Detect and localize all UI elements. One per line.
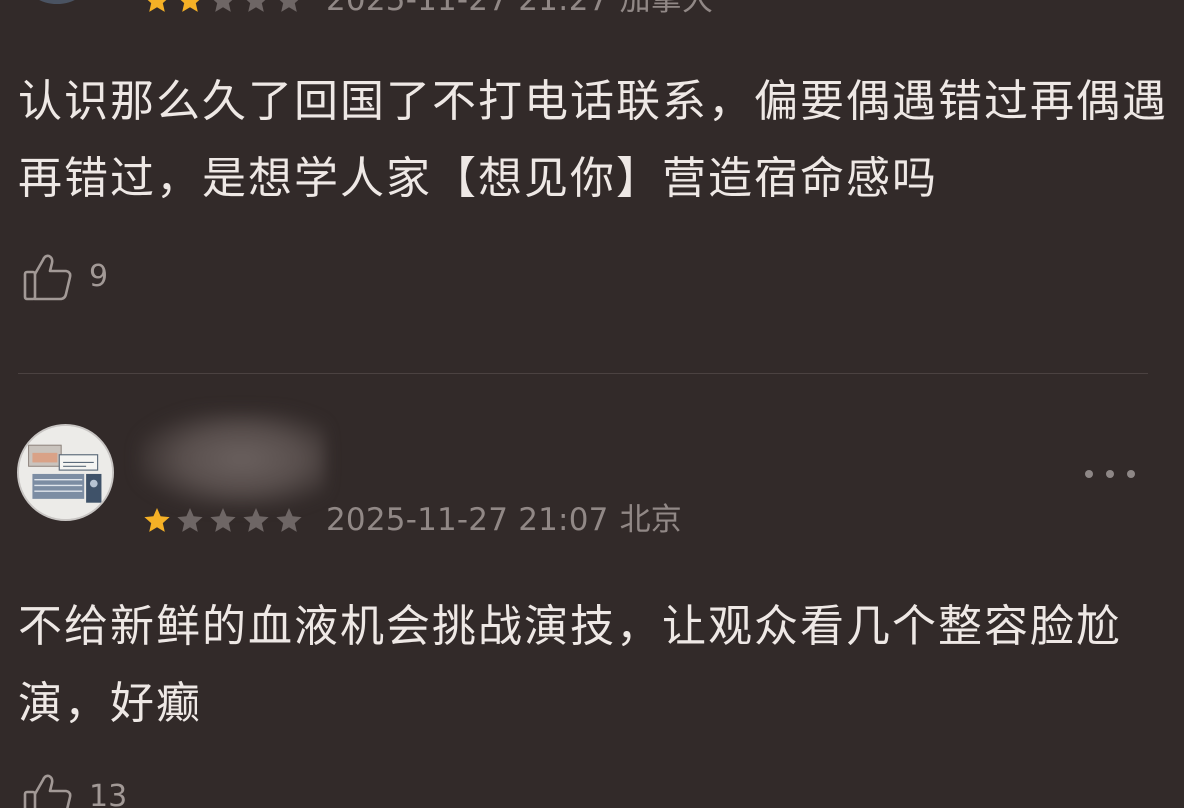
comment-text: 认识那么久了回国了不打电话联系，偏要偶遇错过再偶遇再错过，是想学人家【想见你】营…	[18, 76, 1168, 204]
more-dots-icon	[1085, 470, 1093, 478]
username-blurred[interactable]	[138, 410, 326, 508]
star-empty-icon	[239, 505, 272, 536]
like-count: 9	[89, 259, 109, 294]
comment-card: 2025-11-27 21:27 加拿大 认识那么久了回国了不打电话联系，偏要偶遇…	[0, 0, 1184, 374]
comment-meta: 2025-11-27 21:07 北京	[326, 503, 682, 537]
comment-date: 2025-11-27 21:27	[326, 0, 609, 18]
user-avatar[interactable]	[17, 424, 114, 521]
comment-date: 2025-11-27 21:07	[326, 502, 609, 538]
star-rating	[140, 0, 305, 16]
more-dot	[1127, 470, 1135, 478]
thumbs-up-icon[interactable]	[20, 249, 76, 305]
star-filled-icon	[173, 0, 206, 16]
rating-row: 2025-11-27 21:27 加拿大	[140, 0, 713, 17]
star-empty-icon	[272, 505, 305, 536]
comment-location: 北京	[619, 502, 682, 538]
star-empty-icon	[272, 0, 305, 16]
thumbs-up-icon[interactable]	[20, 769, 76, 808]
star-filled-icon	[140, 505, 173, 536]
more-options-button[interactable]	[1085, 458, 1135, 490]
like-count: 13	[89, 779, 128, 808]
comment-text: 不给新鲜的血液机会挑战演技，让观众看几个整容脸尬演，好癫	[18, 601, 1122, 729]
user-avatar[interactable]	[26, 0, 88, 4]
comment-card: 2025-11-27 21:07 北京 不给新鲜的血液机会挑战演技，让观众看几个整…	[0, 374, 1184, 808]
star-rating	[140, 505, 305, 536]
like-button[interactable]: 13	[20, 768, 127, 808]
star-empty-icon	[173, 505, 206, 536]
more-dot	[1106, 470, 1114, 478]
comment-location: 加拿大	[619, 0, 714, 18]
like-button[interactable]: 9	[20, 248, 108, 306]
star-empty-icon	[206, 505, 239, 536]
star-filled-icon	[140, 0, 173, 16]
comment-meta: 2025-11-27 21:27 加拿大	[326, 0, 713, 17]
rating-row: 2025-11-27 21:07 北京	[140, 503, 682, 537]
star-empty-icon	[206, 0, 239, 16]
star-empty-icon	[239, 0, 272, 16]
comment-feed: 2025-11-27 21:27 加拿大 认识那么久了回国了不打电话联系，偏要偶遇…	[0, 0, 1184, 808]
